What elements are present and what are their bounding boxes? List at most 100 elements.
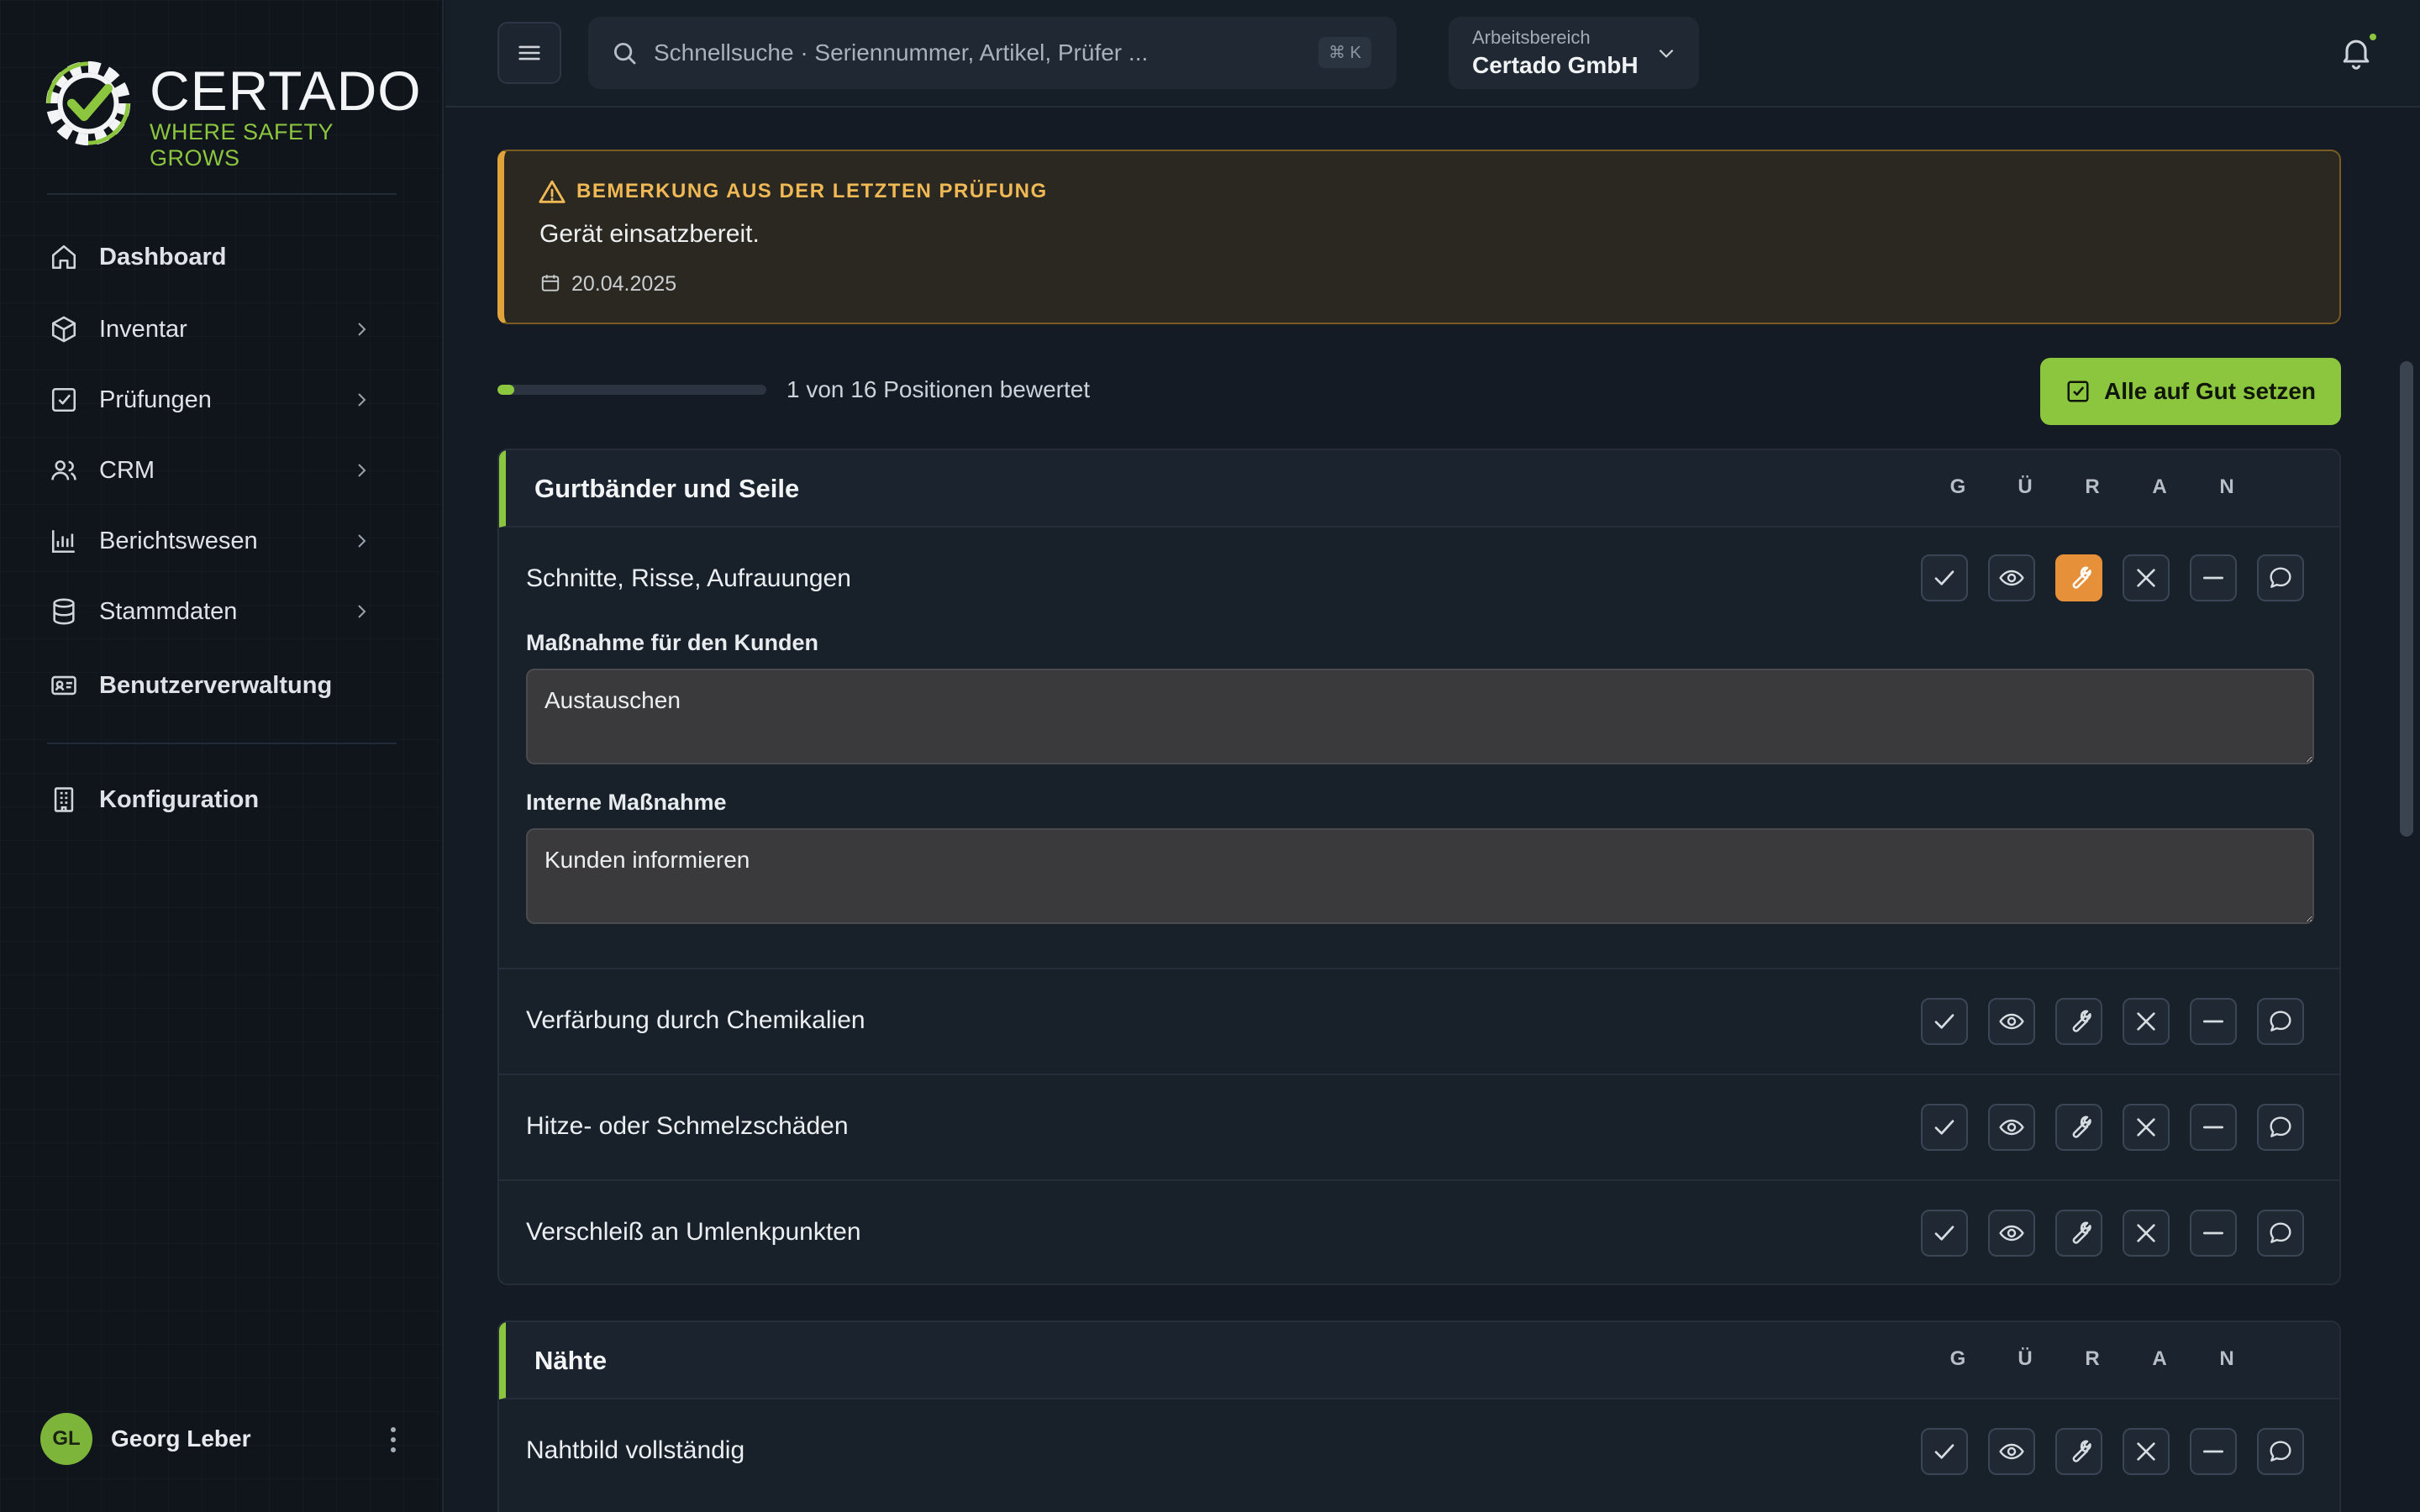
rating-buttons <box>1921 1210 2324 1257</box>
wrench-icon <box>2072 1116 2091 1138</box>
checklist-item-label: Nahtbild vollständig <box>526 1436 745 1464</box>
eye-icon <box>1999 570 2024 586</box>
rate-good-button[interactable] <box>1921 1104 1968 1151</box>
comment-icon <box>2270 1441 2291 1462</box>
section-header: Nähte G Ü R A N <box>499 1322 2339 1399</box>
more-vertical-icon[interactable] <box>376 1423 410 1457</box>
eye-icon <box>1999 1013 2024 1030</box>
close-icon <box>2137 1118 2155 1137</box>
rate-repair-button[interactable] <box>2055 1210 2102 1257</box>
wrench-icon <box>2072 566 2091 589</box>
rate-defect-button[interactable] <box>2123 1428 2170 1475</box>
customer-action-field[interactable]: Austauschen <box>526 669 2314 764</box>
scrollbar[interactable] <box>2393 109 2420 1512</box>
comment-icon <box>2270 1011 2291 1032</box>
rate-good-button[interactable] <box>1921 998 1968 1045</box>
search-input[interactable] <box>654 39 1309 66</box>
rate-defect-button[interactable] <box>2123 554 2170 601</box>
rate-defect-button[interactable] <box>2123 1104 2170 1151</box>
set-all-good-button[interactable]: Alle auf Gut setzen <box>2040 358 2341 425</box>
menu-toggle-button[interactable] <box>497 22 561 84</box>
rate-defect-button[interactable] <box>2123 998 2170 1045</box>
column-header-r: R <box>2085 1347 2100 1370</box>
notification-indicator <box>2370 34 2376 40</box>
rating-column-headers: G Ü R A N <box>1924 475 2260 499</box>
rate-repair-button[interactable] <box>2055 1104 2102 1151</box>
brand-logo[interactable]: CERTADO WHERE SAFETY GROWS <box>39 52 421 171</box>
comment-button[interactable] <box>2257 1428 2304 1475</box>
rate-observe-button[interactable] <box>1988 1428 2035 1475</box>
rate-repair-button[interactable] <box>2055 998 2102 1045</box>
search-box[interactable]: ⌘ K <box>588 17 1397 89</box>
rate-observe-button[interactable] <box>1988 998 2035 1045</box>
rating-progress-bar <box>497 385 766 395</box>
checklist-row: Nahtbild vollständig <box>499 1399 2339 1505</box>
chevron-right-icon <box>358 464 366 477</box>
sidebar-item-inventar[interactable]: Inventar <box>47 302 400 356</box>
close-icon <box>2137 569 2155 587</box>
sidebar-item-berichtswesen[interactable]: Berichtswesen <box>47 514 400 568</box>
close-icon <box>2137 1224 2155 1242</box>
sidebar-item-label: Konfiguration <box>99 785 260 813</box>
close-icon <box>2137 1012 2155 1031</box>
rate-repair-button[interactable] <box>2055 554 2102 601</box>
rate-defect-button[interactable] <box>2123 1210 2170 1257</box>
user-profile[interactable]: GL Georg Leber <box>40 1411 410 1467</box>
rate-good-button[interactable] <box>1921 1210 1968 1257</box>
rate-repair-button[interactable] <box>2055 1428 2102 1475</box>
column-header-a: A <box>2152 1347 2167 1370</box>
sidebar-item-konfiguration[interactable]: Konfiguration <box>47 773 400 827</box>
workspace-value: Certado GmbH <box>1472 52 1639 78</box>
user-name: Georg Leber <box>111 1425 251 1452</box>
notification-bell-icon[interactable] <box>2338 34 2375 71</box>
sidebar-item-pruefungen[interactable]: Prüfungen <box>47 373 400 427</box>
sidebar-item-label: Prüfungen <box>99 386 212 413</box>
rate-observe-button[interactable] <box>1988 554 2035 601</box>
checklist-item-label: Verschleiß an Umlenkpunkten <box>526 1218 861 1246</box>
rate-not-applicable-button[interactable] <box>2190 1428 2237 1475</box>
checklist-item-label: Schnitte, Risse, Aufrauungen <box>526 564 851 592</box>
sidebar-item-stammdaten[interactable]: Stammdaten <box>47 585 400 638</box>
rating-buttons <box>1921 554 2324 601</box>
bar-chart-icon <box>47 524 81 558</box>
comment-button[interactable] <box>2257 1104 2304 1151</box>
comment-button[interactable] <box>2257 554 2304 601</box>
eye-icon <box>1999 1225 2024 1242</box>
minus-icon <box>2203 1020 2223 1023</box>
comment-button[interactable] <box>2257 998 2304 1045</box>
rating-progress-fill <box>497 385 514 395</box>
internal-action-field[interactable]: Kunden informieren <box>526 828 2314 924</box>
rating-column-headers: G Ü R A N <box>1924 1347 2260 1371</box>
brand-tagline: WHERE SAFETY GROWS <box>150 119 334 171</box>
rate-observe-button[interactable] <box>1988 1104 2035 1151</box>
column-header-n: N <box>2219 475 2234 498</box>
scrollbar-thumb[interactable] <box>2400 361 2413 837</box>
minus-icon <box>2203 576 2223 580</box>
search-shortcut-badge: ⌘ K <box>1318 37 1371 68</box>
comment-icon <box>2270 567 2291 588</box>
sidebar: CERTADO WHERE SAFETY GROWS Dashboard Inv… <box>0 0 444 1512</box>
rate-good-button[interactable] <box>1921 1428 1968 1475</box>
wrench-icon <box>2072 1010 2091 1032</box>
rate-not-applicable-button[interactable] <box>2190 554 2237 601</box>
column-header-ue: Ü <box>2018 475 2033 498</box>
chevron-right-icon <box>358 534 366 548</box>
check-icon <box>1934 1444 1954 1459</box>
rate-good-button[interactable] <box>1921 554 1968 601</box>
sidebar-item-label: Dashboard <box>99 243 227 270</box>
check-icon <box>1934 1226 1954 1241</box>
internal-action-label: Interne Maßnahme <box>526 790 727 815</box>
rate-not-applicable-button[interactable] <box>2190 998 2237 1045</box>
sidebar-item-dashboard[interactable]: Dashboard <box>47 230 400 284</box>
box-icon <box>47 312 81 346</box>
rate-not-applicable-button[interactable] <box>2190 1104 2237 1151</box>
chevron-down-icon <box>1659 49 1674 58</box>
sidebar-item-benutzerverwaltung[interactable]: Benutzerverwaltung <box>47 659 400 712</box>
rate-observe-button[interactable] <box>1988 1210 2035 1257</box>
workspace-selector[interactable]: Arbeitsbereich Certado GmbH <box>1449 17 1699 89</box>
comment-button[interactable] <box>2257 1210 2304 1257</box>
alert-title: BEMERKUNG AUS DER LETZTEN PRÜFUNG <box>576 180 1048 202</box>
sidebar-item-crm[interactable]: CRM <box>47 444 400 497</box>
section-title: Gurtbänder und Seile <box>534 474 800 503</box>
rate-not-applicable-button[interactable] <box>2190 1210 2237 1257</box>
